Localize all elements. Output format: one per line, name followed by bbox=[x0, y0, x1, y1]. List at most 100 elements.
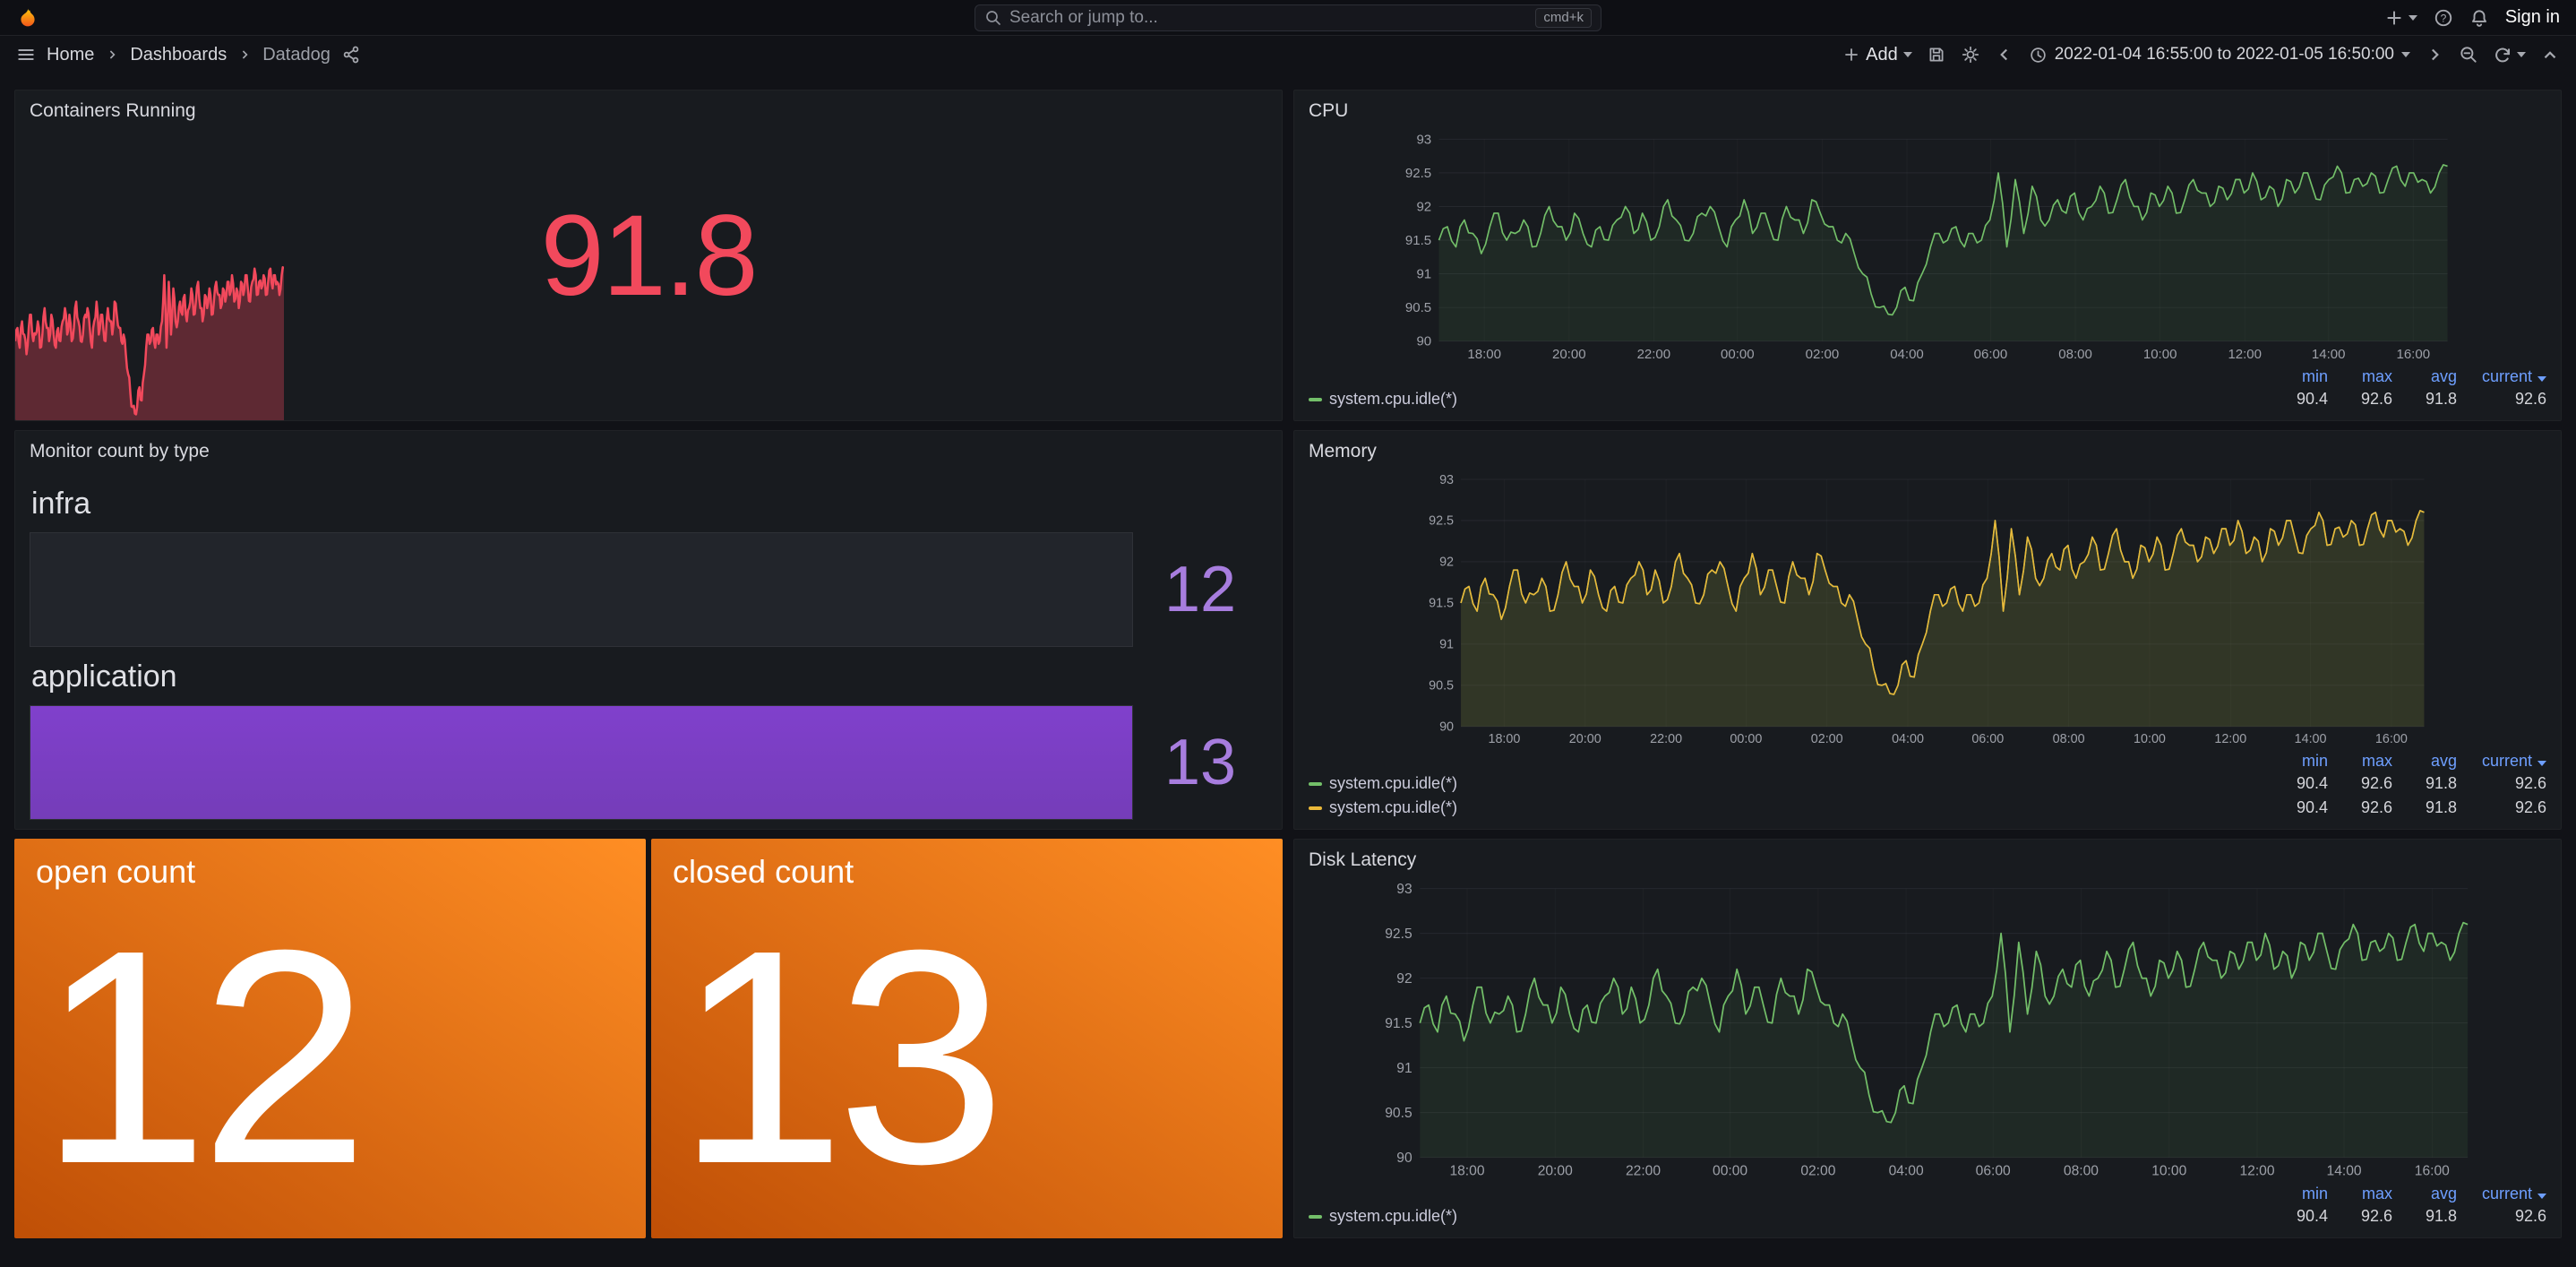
panel-title[interactable]: Containers Running bbox=[15, 90, 1282, 132]
svg-text:22:00: 22:00 bbox=[1650, 732, 1682, 746]
bell-icon bbox=[2469, 8, 2489, 28]
disk-latency-time-series-chart[interactable]: 9090.59191.59292.59318:0020:0022:0000:00… bbox=[1294, 881, 2561, 1181]
refresh-button[interactable] bbox=[2493, 45, 2526, 65]
svg-text:22:00: 22:00 bbox=[1637, 347, 1671, 362]
cpu-time-series-chart[interactable]: 9090.59191.59292.59318:0020:0022:0000:00… bbox=[1294, 132, 2561, 364]
add-label: Add bbox=[1866, 45, 1898, 65]
time-range-label: 2022-01-04 16:55:00 to 2022-01-05 16:50:… bbox=[2055, 45, 2394, 65]
add-panel-button[interactable]: Add bbox=[1842, 45, 1912, 65]
search-box[interactable]: cmd+k bbox=[975, 4, 1601, 31]
svg-text:22:00: 22:00 bbox=[1626, 1164, 1661, 1179]
legend-stat-value: 91.8 bbox=[2392, 1207, 2457, 1226]
legend-sort-min[interactable]: min bbox=[2263, 1185, 2328, 1203]
share-icon bbox=[341, 45, 361, 65]
legend-stat-value: 92.6 bbox=[2328, 1207, 2392, 1226]
legend-sort-max[interactable]: max bbox=[2328, 1185, 2392, 1203]
svg-text:18:00: 18:00 bbox=[1449, 1164, 1484, 1179]
svg-text:20:00: 20:00 bbox=[1569, 732, 1601, 746]
time-shift-forward-button[interactable] bbox=[2425, 45, 2444, 65]
sign-in-button[interactable]: Sign in bbox=[2505, 7, 2560, 28]
legend-header-row: minmaxavgcurrent bbox=[1309, 366, 2546, 387]
chevron-right-icon bbox=[237, 47, 252, 62]
disk-legend: minmaxavgcurrentsystem.cpu.idle(*)90.492… bbox=[1294, 1181, 2561, 1237]
series-color-swatch bbox=[1309, 1215, 1322, 1219]
panel-title[interactable]: open count bbox=[36, 853, 624, 891]
news-button[interactable] bbox=[2469, 8, 2489, 28]
breadcrumb-home[interactable]: Home bbox=[47, 45, 94, 65]
legend-sort-min[interactable]: min bbox=[2263, 752, 2328, 771]
legend-stat-value: 92.6 bbox=[2328, 390, 2392, 409]
legend-series-row: system.cpu.idle(*)90.492.691.892.6 bbox=[1309, 1204, 2546, 1228]
menu-toggle-button[interactable] bbox=[16, 45, 36, 65]
zoom-out-icon bbox=[2459, 45, 2478, 65]
svg-text:10:00: 10:00 bbox=[2134, 732, 2166, 746]
svg-text:00:00: 00:00 bbox=[1713, 1164, 1747, 1179]
new-menu-button[interactable] bbox=[2384, 8, 2417, 28]
shortcut-badge: cmd+k bbox=[1535, 8, 1592, 28]
legend-sort-min[interactable]: min bbox=[2263, 367, 2328, 386]
grafana-logo[interactable] bbox=[16, 6, 39, 30]
save-icon bbox=[1927, 45, 1946, 65]
save-dashboard-button[interactable] bbox=[1927, 45, 1946, 65]
series-color-swatch bbox=[1309, 782, 1322, 786]
help-button[interactable]: ? bbox=[2434, 8, 2453, 28]
gauge-value-application: 13 bbox=[1133, 726, 1267, 799]
gauge-row-application: 13 bbox=[30, 705, 1267, 820]
svg-text:90.5: 90.5 bbox=[1405, 300, 1431, 315]
cpu-legend: minmaxavgcurrentsystem.cpu.idle(*)90.492… bbox=[1294, 364, 2561, 420]
legend-sort-avg[interactable]: avg bbox=[2392, 1185, 2457, 1203]
legend-sort-max[interactable]: max bbox=[2328, 752, 2392, 771]
legend-sort-max[interactable]: max bbox=[2328, 367, 2392, 386]
closed-count-value: 13 bbox=[676, 891, 1261, 1224]
svg-text:92: 92 bbox=[1439, 556, 1454, 570]
panel-title[interactable]: Disk Latency bbox=[1294, 840, 2561, 881]
legend-series-name[interactable]: system.cpu.idle(*) bbox=[1309, 798, 2263, 817]
svg-text:93: 93 bbox=[1439, 473, 1454, 487]
panel-memory: Memory 9090.59191.59292.59318:0020:0022:… bbox=[1293, 430, 2562, 830]
svg-text:18:00: 18:00 bbox=[1467, 347, 1501, 362]
chevron-left-icon bbox=[1995, 45, 2014, 65]
panel-title[interactable]: Monitor count by type bbox=[15, 431, 1282, 472]
legend-sort-current[interactable]: current bbox=[2457, 752, 2546, 771]
svg-text:08:00: 08:00 bbox=[2053, 732, 2085, 746]
breadcrumb-dashboards[interactable]: Dashboards bbox=[130, 45, 227, 65]
panel-closed-count: closed count 13 bbox=[651, 839, 1283, 1238]
dashboard-settings-button[interactable] bbox=[1961, 45, 1980, 65]
svg-text:91.5: 91.5 bbox=[1429, 597, 1454, 611]
sort-caret-icon bbox=[2537, 1194, 2546, 1199]
legend-stat-value: 92.6 bbox=[2457, 774, 2546, 793]
legend-sort-avg[interactable]: avg bbox=[2392, 367, 2457, 386]
svg-text:08:00: 08:00 bbox=[2064, 1164, 2099, 1179]
time-shift-back-button[interactable] bbox=[1995, 45, 2014, 65]
legend-series-name[interactable]: system.cpu.idle(*) bbox=[1309, 774, 2263, 793]
svg-text:18:00: 18:00 bbox=[1488, 732, 1520, 746]
svg-text:92: 92 bbox=[1416, 200, 1431, 215]
collapse-controls-button[interactable] bbox=[2540, 45, 2560, 65]
panel-title[interactable]: closed count bbox=[673, 853, 1261, 891]
svg-text:91: 91 bbox=[1439, 638, 1454, 652]
search-input[interactable] bbox=[1009, 8, 1528, 28]
panel-title[interactable]: CPU bbox=[1294, 90, 2561, 132]
series-color-swatch bbox=[1309, 398, 1322, 401]
breadcrumb-separator bbox=[237, 47, 252, 62]
containers-area-chart[interactable] bbox=[15, 230, 284, 420]
legend-series-name[interactable]: system.cpu.idle(*) bbox=[1309, 390, 2263, 409]
zoom-out-button[interactable] bbox=[2459, 45, 2478, 65]
legend-sort-current[interactable]: current bbox=[2457, 367, 2546, 386]
panel-title[interactable]: Memory bbox=[1294, 431, 2561, 472]
stat-panels-row: open count 12 closed count 13 bbox=[14, 839, 1283, 1238]
legend-sort-current[interactable]: current bbox=[2457, 1185, 2546, 1203]
plus-icon bbox=[2384, 8, 2404, 28]
share-dashboard-button[interactable] bbox=[341, 45, 361, 65]
legend-series-row: system.cpu.idle(*)90.492.691.892.6 bbox=[1309, 771, 2546, 796]
svg-text:04:00: 04:00 bbox=[1889, 1164, 1924, 1179]
gauge-track bbox=[30, 532, 1133, 647]
gauge-label-application: application bbox=[31, 659, 1267, 694]
bar-gauge: infra 12 application 13 bbox=[15, 472, 1282, 822]
breadcrumb-current-dashboard[interactable]: Datadog bbox=[262, 45, 331, 65]
question-circle-icon: ? bbox=[2434, 8, 2453, 28]
legend-sort-avg[interactable]: avg bbox=[2392, 752, 2457, 771]
memory-time-series-chart[interactable]: 9090.59191.59292.59318:0020:0022:0000:00… bbox=[1294, 472, 2561, 748]
time-range-picker[interactable]: 2022-01-04 16:55:00 to 2022-01-05 16:50:… bbox=[2029, 45, 2410, 65]
legend-series-name[interactable]: system.cpu.idle(*) bbox=[1309, 1207, 2263, 1226]
